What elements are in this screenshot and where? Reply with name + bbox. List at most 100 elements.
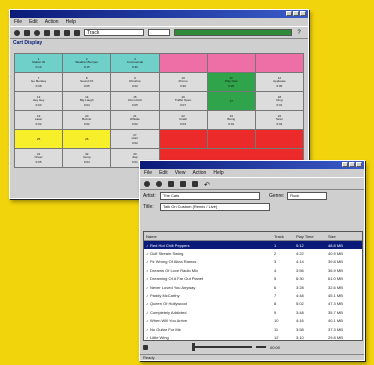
cart-button[interactable]: 7 Go Monkey 0:08	[15, 73, 63, 91]
list-icon[interactable]	[74, 29, 80, 36]
cart-button[interactable]: 15 Drum Roll 0:05	[111, 92, 159, 110]
cart-button[interactable]: 14 Big Laugh 0:04	[63, 92, 111, 110]
cart-button[interactable]: 22 Crash 0:03	[159, 111, 207, 129]
cart-button[interactable]: 9 Rimshot 0:02	[111, 73, 159, 91]
track-row[interactable]: When Will You Arrive10 4:16 40.1 MB	[144, 317, 362, 325]
track-select-value: Track	[87, 29, 100, 36]
cart-button[interactable]: 17	[207, 92, 255, 110]
refresh-icon[interactable]	[156, 180, 162, 187]
track-size: 40.1 MB	[328, 318, 343, 324]
track-row[interactable]: No Guitar For Me11 3:58 37.3 MB	[144, 325, 362, 333]
cart-button[interactable]: 2 Weather Bumper 0:15	[63, 54, 111, 72]
player-menubar: File Edit View Action Help	[140, 169, 364, 177]
disc-icon[interactable]	[168, 180, 174, 187]
track-size: 48.8 MB	[328, 242, 343, 248]
close-button[interactable]	[300, 11, 306, 16]
cart-button[interactable]: 24 Siren 0:04	[255, 111, 303, 129]
secondary-select[interactable]	[148, 29, 170, 36]
cart-button[interactable]: 23 Boing 0:01	[207, 111, 255, 129]
track-title: Fir Wrong Of Alina Ramos	[144, 259, 272, 264]
artist-row: Artist: The Cats Genre: Rock	[140, 190, 364, 201]
cart-button[interactable]: 20 Buzzer 0:02	[63, 111, 111, 129]
track-row[interactable]: Little Wing12 3:10 29.8 MB	[144, 333, 362, 340]
track-size: 47.3 MB	[328, 301, 343, 307]
menu-action[interactable]: Action	[45, 19, 59, 25]
track-list[interactable]: Name Track Play Time Size Red Hot Chili …	[143, 231, 363, 341]
maximize-button[interactable]	[293, 11, 299, 16]
track-row[interactable]: Fir Wrong Of Alina Ramos3 4:14 39.8 MB	[144, 258, 362, 266]
cart-button[interactable]: 11 Play Now 0:20	[207, 73, 255, 91]
cart-button[interactable]: 12 Applause 0:06	[255, 73, 303, 91]
cart-button[interactable]: 19 Laser 0:02	[15, 111, 63, 129]
player-window-titlebar[interactable]	[140, 161, 364, 169]
cart-button[interactable]: 21 Whistle 0:02	[111, 111, 159, 129]
cart-button[interactable]: 18 Ding 0:01	[255, 92, 303, 110]
help-icon[interactable]: ?	[296, 30, 302, 36]
cart-button[interactable]	[207, 54, 255, 72]
cart-button[interactable]: 8 Sound FX 0:05	[63, 73, 111, 91]
cart-button[interactable]: 27 Horn 0:02	[111, 130, 159, 148]
minimize-button[interactable]	[342, 162, 348, 167]
play-icon[interactable]	[143, 344, 148, 350]
col-playtime[interactable]: Play Time	[294, 234, 326, 239]
track-row[interactable]: Queen Of Hollywood8 5:02 47.3 MB	[144, 300, 362, 308]
cart-button[interactable]: 13 Hey Hey 0:03	[15, 92, 63, 110]
genre-field[interactable]: Rock	[287, 191, 328, 200]
record-icon[interactable]	[34, 29, 40, 36]
title-field[interactable]: Talk On Custom (Remix / Live)	[160, 202, 270, 211]
play-icon[interactable]	[44, 29, 50, 36]
cart-button[interactable]	[255, 130, 303, 148]
cart-button[interactable]: 16 Traffic Open 0:07	[159, 92, 207, 110]
track-row[interactable]: Paddy McCarthy7 4:48 45.1 MB	[144, 291, 362, 299]
cart-button[interactable]: 1 Station ID 0:10	[15, 54, 63, 72]
track-number: 10	[274, 318, 279, 324]
col-name[interactable]: Name	[144, 234, 272, 239]
save-icon[interactable]	[24, 29, 30, 36]
open-icon[interactable]	[14, 29, 20, 36]
search-icon[interactable]	[192, 180, 198, 187]
artist-field[interactable]: The Cats	[160, 191, 260, 200]
cart-button[interactable]: 25	[15, 130, 63, 148]
track-row[interactable]: Gulf Stream Swing2 4:22 40.9 MB	[144, 249, 362, 257]
track-row[interactable]: Never Loved You Anyway6 3:28 32.6 MB	[144, 283, 362, 291]
track-select[interactable]: Track	[84, 29, 144, 36]
cart-button[interactable]: 32 Gong 0:04	[63, 149, 111, 167]
menu-file[interactable]: File	[144, 170, 152, 176]
cart-button[interactable]	[159, 130, 207, 148]
cart-button[interactable]: 10 Promo 0:30	[159, 73, 207, 91]
undo-icon[interactable]: ↶	[204, 181, 210, 189]
track-row[interactable]: Red Hot Chili Peppers1 5:12 48.8 MB	[144, 241, 362, 250]
col-track[interactable]: Track	[272, 234, 294, 239]
settings-icon[interactable]	[64, 29, 70, 36]
menu-view[interactable]: View	[175, 170, 186, 176]
menu-edit[interactable]: Edit	[29, 19, 38, 25]
col-size[interactable]: Size	[326, 234, 362, 239]
maximize-button[interactable]	[349, 162, 355, 167]
minimize-button[interactable]	[286, 11, 292, 16]
menu-file[interactable]: File	[14, 19, 22, 25]
cart-window-titlebar[interactable]	[10, 10, 308, 18]
title-value: Talk On Custom (Remix / Live)	[163, 204, 218, 209]
slider-knob[interactable]	[192, 343, 195, 351]
menu-action[interactable]: Action	[192, 170, 206, 176]
cart-button[interactable]	[159, 54, 207, 72]
track-row[interactable]: Dreaming Of A Far Out Planet5 6:30 61.0 MB	[144, 275, 362, 283]
track-row[interactable]: Dreams Of Love Radio Mix4 3:56 36.9 MB	[144, 266, 362, 274]
cart-button[interactable]: 26	[63, 130, 111, 148]
close-button[interactable]	[356, 162, 362, 167]
copy-icon[interactable]	[180, 180, 186, 187]
cart-button[interactable]	[255, 54, 303, 72]
cart-button[interactable]: 3 Commercial 0:30	[111, 54, 159, 72]
track-title: When Will You Arrive	[144, 318, 272, 323]
cart-button[interactable]: 31 Cheer 0:05	[15, 149, 63, 167]
menu-edit[interactable]: Edit	[159, 170, 168, 176]
track-row[interactable]: Completely Addicted9 3:48 35.7 MB	[144, 308, 362, 316]
cart-button[interactable]	[207, 130, 255, 148]
volume-bar[interactable]	[256, 346, 266, 348]
menu-help[interactable]: Help	[213, 170, 223, 176]
record-icon[interactable]	[144, 180, 150, 187]
position-slider[interactable]	[192, 343, 252, 351]
stop-icon[interactable]	[54, 29, 60, 36]
track-size: 36.9 MB	[328, 267, 343, 273]
menu-help[interactable]: Help	[66, 19, 76, 25]
